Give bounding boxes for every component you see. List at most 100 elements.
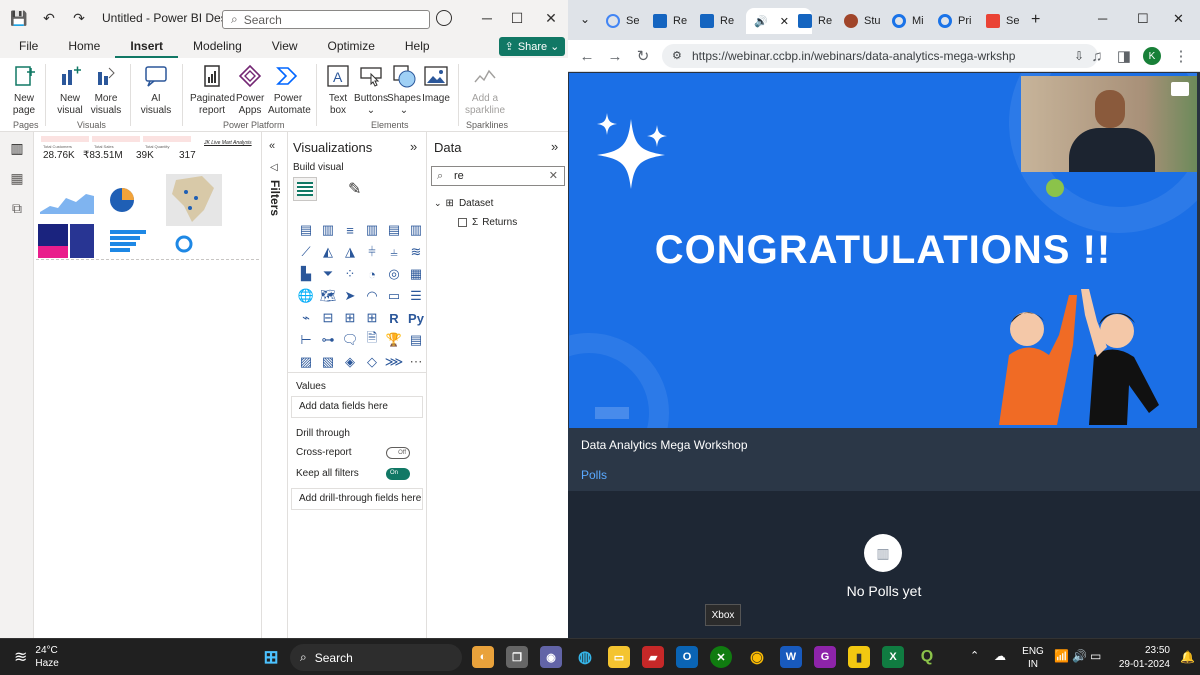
site-info-icon[interactable]: ⚙ <box>672 44 682 68</box>
clear-icon[interactable]: ✕ <box>549 167 558 185</box>
card-icon[interactable]: ▭ <box>383 285 405 307</box>
edge-icon[interactable]: ◍ <box>574 646 596 668</box>
checkbox[interactable] <box>458 218 467 227</box>
clustered-bar-icon[interactable]: ≡ <box>339 219 361 241</box>
url-input[interactable]: ⚙ https://webinar.ccbp.in/webinars/data-… <box>662 44 1098 68</box>
table-view-icon[interactable]: ▦ <box>9 170 25 186</box>
more-visuals-button[interactable]: More visuals <box>88 62 124 117</box>
game-app-icon[interactable]: ▰ <box>642 646 664 668</box>
data-search-input[interactable]: ⌕ re ✕ <box>431 166 565 186</box>
close-icon[interactable]: ✕ <box>541 8 561 28</box>
donut-chart-icon[interactable]: ◎ <box>383 263 405 285</box>
menu-optimize[interactable]: Optimize <box>313 36 390 58</box>
menu-file[interactable]: File <box>0 36 53 58</box>
narrative-icon[interactable]: 🗎 <box>361 329 383 351</box>
chrome-icon[interactable]: ◉ <box>746 646 768 668</box>
browser-tab[interactable]: Re <box>790 8 834 34</box>
notification-bell-icon[interactable]: 🔔 <box>1180 650 1195 664</box>
report-view-icon[interactable]: ▥ <box>9 140 25 156</box>
share-button[interactable]: ⇪ Share ⌄ <box>499 37 565 56</box>
filters-pane[interactable]: « ◁ Filters <box>261 132 288 638</box>
powerbi-taskbar-icon[interactable]: ▮ <box>848 646 870 668</box>
onedrive-icon[interactable]: ☁ <box>994 649 1006 663</box>
account-icon[interactable] <box>436 10 452 26</box>
multi-row-card-icon[interactable]: ☰ <box>405 285 427 307</box>
minimize-icon[interactable]: ─ <box>1098 11 1107 26</box>
qgis-icon[interactable]: Q <box>916 646 938 668</box>
ribbon-chart-icon[interactable]: ≋ <box>405 241 427 263</box>
line-clustered-icon[interactable]: ⫨ <box>383 241 405 263</box>
battery-icon[interactable]: ▭ <box>1090 649 1101 663</box>
filled-map-icon[interactable]: 🗺 <box>317 285 339 307</box>
copilot-pre-icon[interactable]: ◐ <box>472 646 494 668</box>
model-view-icon[interactable]: ⧉ <box>9 200 25 216</box>
power-automate-visual-icon[interactable]: ⋙ <box>383 351 405 373</box>
percent-column-icon[interactable]: ▥ <box>405 219 427 241</box>
browser-tab[interactable]: Pri <box>930 8 974 34</box>
stacked-bar-icon[interactable]: ▤ <box>295 219 317 241</box>
xbox-icon[interactable]: ✕ <box>710 646 732 668</box>
menu-view[interactable]: View <box>257 36 313 58</box>
app-icon[interactable]: G <box>814 646 836 668</box>
redo-icon[interactable]: ↷ <box>68 7 90 29</box>
map-icon[interactable]: 🌐 <box>295 285 317 307</box>
returns-field[interactable]: Σ Returns <box>458 217 517 228</box>
image-button[interactable]: Image <box>421 62 451 105</box>
forward-icon[interactable]: → <box>606 47 624 65</box>
key-influencers-icon[interactable]: ⊢ <box>295 329 317 351</box>
ai-visuals-button[interactable]: AI visuals <box>138 62 174 117</box>
wifi-icon[interactable]: 📶 <box>1054 649 1069 663</box>
outlook-icon[interactable]: O <box>676 646 698 668</box>
browser-tab[interactable]: Re <box>692 8 736 34</box>
paginated-visual-icon[interactable]: ▤ <box>405 329 427 351</box>
windows-start-icon[interactable]: ⊞ <box>260 646 282 668</box>
pbi-search-box[interactable]: ⌕ Search <box>222 10 430 29</box>
keep-all-filters-toggle[interactable]: On <box>386 468 410 480</box>
dataset-table-node[interactable]: ⌄ ⊞ Dataset <box>434 198 493 209</box>
menu-dots-icon[interactable]: ⋮ <box>1172 47 1190 65</box>
build-visual-tab[interactable] <box>293 177 317 201</box>
browser-tab[interactable]: Se <box>598 8 642 34</box>
language-indicator[interactable]: ENG IN <box>1022 645 1044 671</box>
qna-icon[interactable]: 🗨 <box>339 329 361 351</box>
task-view-icon[interactable]: ❐ <box>506 646 528 668</box>
chevron-up-icon[interactable]: ⌃ <box>970 649 979 662</box>
power-apps-button[interactable]: Power Apps <box>236 62 264 117</box>
new-page-button[interactable]: New page <box>8 62 40 117</box>
values-drop-field[interactable]: Add data fields here <box>291 396 423 418</box>
close-icon[interactable]: ✕ <box>1173 11 1184 27</box>
tab-search-icon[interactable]: ⌄ <box>580 12 590 26</box>
metrics-icon[interactable]: ▧ <box>317 351 339 373</box>
menu-insert[interactable]: Insert <box>115 36 179 58</box>
azure-ml-icon[interactable]: ▨ <box>295 351 317 373</box>
maximize-icon[interactable]: ☐ <box>507 8 527 28</box>
paginated-report-button[interactable]: Paginated report <box>190 62 235 117</box>
cross-report-toggle[interactable]: Off <box>386 447 410 459</box>
menu-help[interactable]: Help <box>390 36 445 58</box>
buttons-button[interactable]: Buttons ⌄ <box>354 62 388 117</box>
line-column-icon[interactable]: ⫩ <box>361 241 383 263</box>
menu-modeling[interactable]: Modeling <box>178 36 257 58</box>
gauge-icon[interactable]: ◠ <box>361 285 383 307</box>
file-explorer-icon[interactable]: ▭ <box>608 646 630 668</box>
profile-avatar[interactable]: K <box>1143 47 1161 65</box>
table-icon[interactable]: ⊞ <box>339 307 361 329</box>
expand-right-icon[interactable]: » <box>410 139 417 154</box>
add-sparkline-button[interactable]: Add a sparkline <box>464 62 506 117</box>
polls-tab[interactable]: Polls <box>581 468 607 482</box>
stacked-column-icon[interactable]: ▥ <box>317 219 339 241</box>
azure-map-icon[interactable]: ➤ <box>339 285 361 307</box>
install-app-icon[interactable]: ⇩ <box>1074 44 1084 68</box>
word-icon[interactable]: W <box>780 646 802 668</box>
drill-through-drop-field[interactable]: Add drill-through fields here <box>291 488 423 510</box>
media-controls-icon[interactable]: ♫ <box>1088 47 1106 65</box>
maximize-icon[interactable]: ☐ <box>1137 11 1149 27</box>
undo-icon[interactable]: ↶ <box>38 7 60 29</box>
scatter-icon[interactable]: ⁘ <box>339 263 361 285</box>
stacked-area-icon[interactable]: ◮ <box>339 241 361 263</box>
decomposition-tree-icon[interactable]: ⊶ <box>317 329 339 351</box>
minimize-icon[interactable]: ─ <box>477 8 497 28</box>
new-visual-button[interactable]: New visual <box>54 62 86 117</box>
clustered-column-icon[interactable]: ▥ <box>361 219 383 241</box>
browser-tab[interactable]: Mi <box>884 8 928 34</box>
